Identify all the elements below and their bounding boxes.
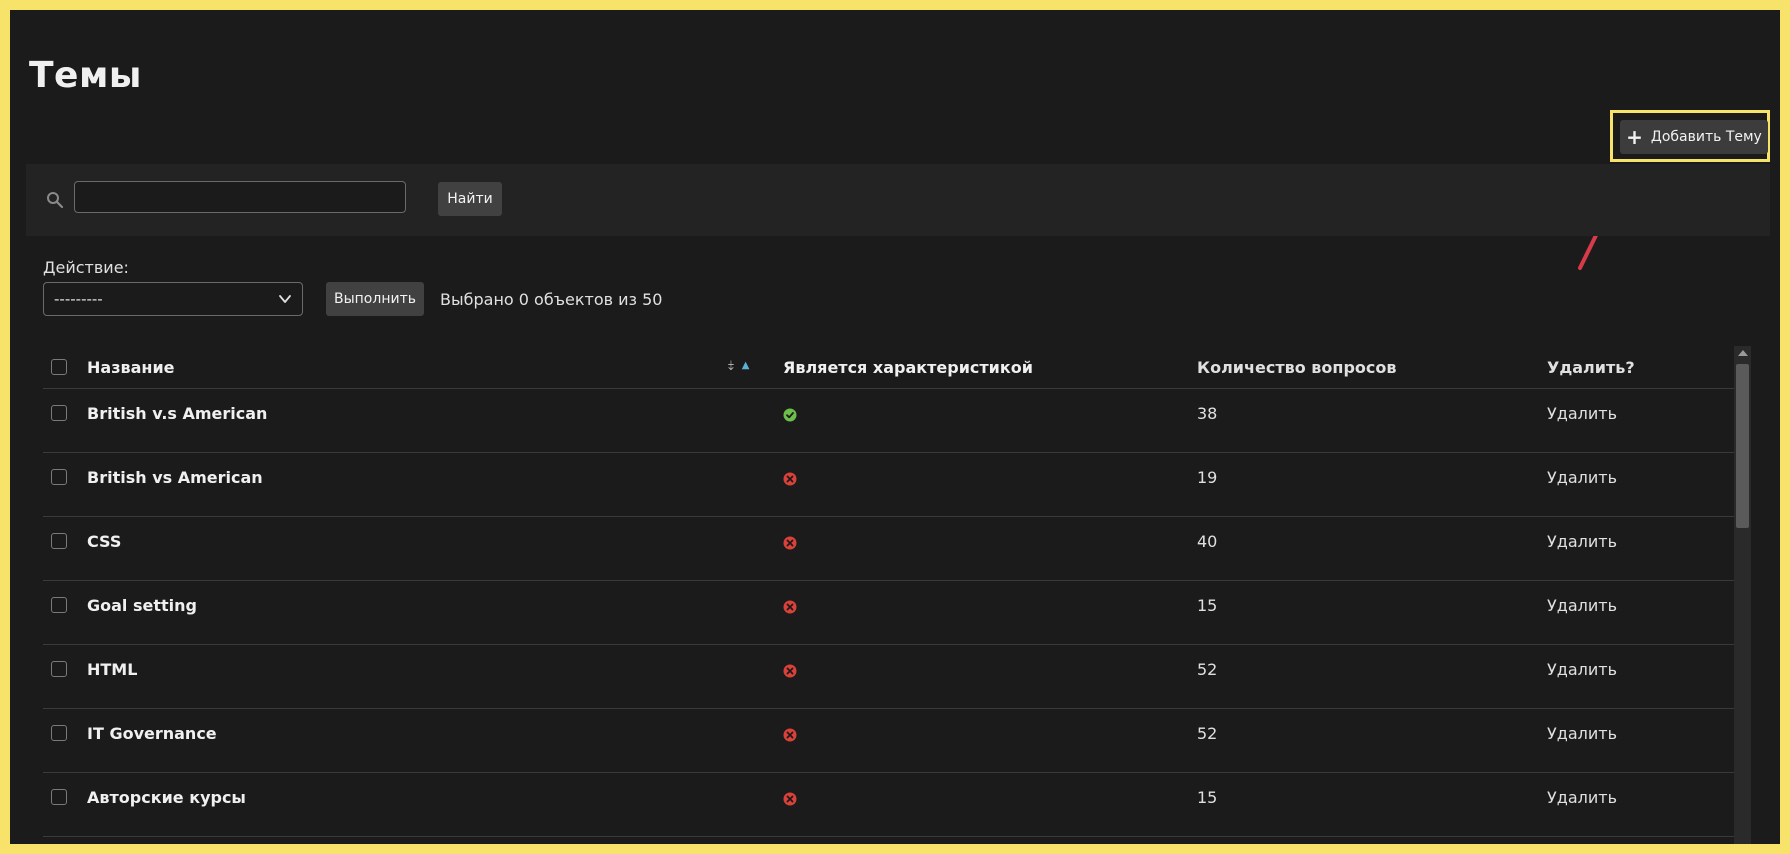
topic-name-link[interactable]: British vs American: [87, 468, 263, 487]
delete-link[interactable]: Удалить: [1547, 788, 1617, 807]
is-characteristic-status: [783, 472, 797, 486]
table-row: IT Governance 52 Удалить: [43, 709, 1743, 773]
table-row: British vs American 19 Удалить: [43, 453, 1743, 517]
table-header-row: Название ⤈ ▲ Является характеристикой Ко…: [43, 346, 1743, 389]
topics-table: Название ⤈ ▲ Является характеристикой Ко…: [43, 346, 1743, 837]
cross-circle-icon: [783, 728, 797, 742]
run-action-button[interactable]: Выполнить: [326, 282, 424, 316]
is-characteristic-status: [783, 664, 797, 678]
topic-name-link[interactable]: Goal setting: [87, 596, 197, 615]
table-row: HTML 52 Удалить: [43, 645, 1743, 709]
is-characteristic-status: [783, 792, 797, 806]
question-count: 52: [1197, 660, 1218, 679]
is-characteristic-status: [783, 600, 797, 614]
row-checkbox[interactable]: [51, 533, 67, 549]
topic-name-link[interactable]: CSS: [87, 532, 121, 551]
sort-ascending-icon[interactable]: ▲: [742, 360, 750, 371]
is-characteristic-status: [783, 536, 797, 550]
question-count: 38: [1197, 404, 1218, 423]
add-topic-label: Добавить Тему: [1650, 129, 1762, 145]
cross-circle-icon: [783, 792, 797, 806]
table-row: Goal setting 15 Удалить: [43, 581, 1743, 645]
select-all-checkbox[interactable]: [51, 359, 67, 375]
sort-controls[interactable]: ⤈ ▲: [728, 358, 749, 373]
row-checkbox[interactable]: [51, 789, 67, 805]
cross-circle-icon: [783, 664, 797, 678]
search-icon: [47, 192, 64, 209]
question-count: 15: [1197, 788, 1218, 807]
table-row: Авторские курсы 15 Удалить: [43, 773, 1743, 837]
topic-name-link[interactable]: IT Governance: [87, 724, 217, 743]
search-input[interactable]: [74, 181, 406, 213]
column-header-name[interactable]: Название: [87, 358, 175, 377]
action-select[interactable]: ---------: [43, 282, 303, 316]
check-circle-icon: [783, 408, 797, 422]
delete-link[interactable]: Удалить: [1547, 404, 1617, 423]
question-count: 52: [1197, 724, 1218, 743]
table-row: CSS 40 Удалить: [43, 517, 1743, 581]
question-count: 40: [1197, 532, 1218, 551]
vertical-scrollbar[interactable]: [1734, 346, 1751, 844]
cross-circle-icon: [783, 600, 797, 614]
add-topic-button[interactable]: + Добавить Тему: [1620, 120, 1768, 154]
cross-circle-icon: [783, 536, 797, 550]
scroll-thumb[interactable]: [1736, 364, 1749, 528]
plus-icon: +: [1626, 125, 1643, 149]
row-checkbox[interactable]: [51, 725, 67, 741]
row-checkbox[interactable]: [51, 661, 67, 677]
delete-link[interactable]: Удалить: [1547, 724, 1617, 743]
search-button[interactable]: Найти: [438, 182, 502, 216]
action-label: Действие:: [43, 258, 129, 277]
question-count: 19: [1197, 468, 1218, 487]
cross-circle-icon: [783, 472, 797, 486]
delete-link[interactable]: Удалить: [1547, 532, 1617, 551]
question-count: 15: [1197, 596, 1218, 615]
row-checkbox[interactable]: [51, 405, 67, 421]
table-row: British v.s American 38 Удалить: [43, 389, 1743, 453]
app-frame: Темы + Добавить Тему Найти Действие: ---…: [10, 10, 1780, 844]
row-checkbox[interactable]: [51, 597, 67, 613]
selected-counter: Выбрано 0 объектов из 50: [440, 290, 663, 309]
column-header-is-characteristic[interactable]: Является характеристикой: [783, 358, 1033, 377]
page-title: Темы: [29, 55, 142, 96]
topic-name-link[interactable]: HTML: [87, 660, 137, 679]
column-header-delete: Удалить?: [1547, 358, 1635, 377]
row-checkbox[interactable]: [51, 469, 67, 485]
topic-name-link[interactable]: Авторские курсы: [87, 788, 246, 807]
action-select-value: ---------: [54, 290, 103, 308]
scroll-up-icon[interactable]: [1738, 350, 1748, 356]
delete-link[interactable]: Удалить: [1547, 596, 1617, 615]
is-characteristic-status: [783, 408, 797, 422]
is-characteristic-status: [783, 728, 797, 742]
delete-link[interactable]: Удалить: [1547, 468, 1617, 487]
search-toolbar: Найти: [26, 164, 1770, 236]
topic-name-link[interactable]: British v.s American: [87, 404, 267, 423]
chevron-down-icon: [279, 295, 291, 303]
sort-remove-icon[interactable]: ⤈: [728, 358, 734, 373]
column-header-question-count[interactable]: Количество вопросов: [1197, 358, 1397, 377]
delete-link[interactable]: Удалить: [1547, 660, 1617, 679]
